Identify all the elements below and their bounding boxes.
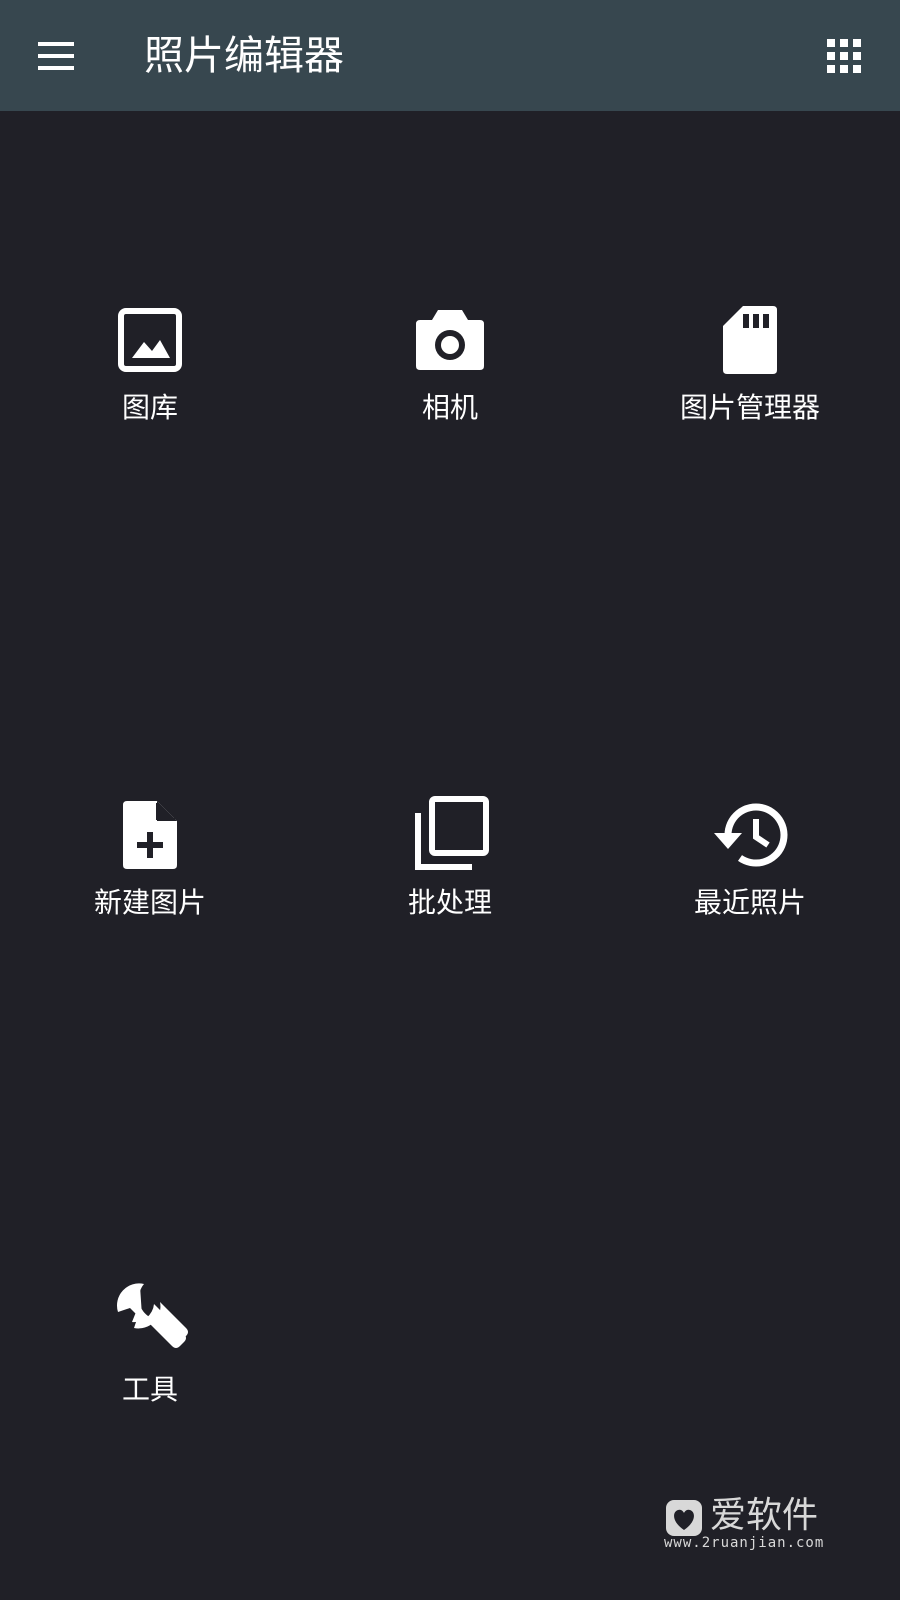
tile-label: 图片管理器 <box>679 391 820 424</box>
tile-new-image-icon-wrap <box>110 795 190 875</box>
image-icon <box>118 308 182 372</box>
tile-new-image[interactable]: 新建图片 <box>0 795 300 995</box>
library-stack-icon <box>415 796 489 870</box>
tile-gallery[interactable]: 图库 <box>0 300 300 500</box>
tile-image-manager[interactable]: 图片管理器 <box>600 300 900 500</box>
heart-logo-icon <box>666 1500 702 1536</box>
tile-tools[interactable]: 工具 <box>0 1282 300 1482</box>
hamburger-menu-icon <box>38 42 74 70</box>
menu-button[interactable] <box>20 20 92 92</box>
camera-icon <box>416 310 484 370</box>
tile-gallery-icon-wrap <box>110 300 190 380</box>
history-icon <box>714 803 788 867</box>
apps-button[interactable] <box>808 20 880 92</box>
sd-card-icon <box>723 306 777 374</box>
tile-label: 最近照片 <box>693 886 806 919</box>
tile-label: 新建图片 <box>93 886 206 919</box>
tile-label: 图库 <box>121 391 178 424</box>
tile-batch-icon-wrap <box>410 795 490 875</box>
app-bar: 照片编辑器 <box>0 0 900 111</box>
tile-label: 工具 <box>121 1373 178 1406</box>
watermark-url: www.2ruanjian.com <box>664 1535 825 1551</box>
tile-camera[interactable]: 相机 <box>300 300 600 500</box>
app-title: 照片编辑器 <box>144 33 344 79</box>
tile-recent-photos[interactable]: 最近照片 <box>600 795 900 995</box>
tile-tools-icon-wrap <box>110 1282 190 1362</box>
tile-label: 相机 <box>421 391 478 424</box>
tile-camera-icon-wrap <box>410 300 490 380</box>
watermark-brand: 爱软件 <box>710 1495 819 1536</box>
file-plus-icon <box>123 801 177 869</box>
tile-label: 批处理 <box>407 886 492 919</box>
tile-recent-photos-icon-wrap <box>710 795 790 875</box>
wrench-icon <box>116 1283 188 1348</box>
watermark: 爱软件 www.2ruanjian.com <box>664 1494 844 1554</box>
tile-batch[interactable]: 批处理 <box>300 795 600 995</box>
tile-image-manager-icon-wrap <box>710 300 790 380</box>
apps-grid-icon <box>827 39 861 73</box>
